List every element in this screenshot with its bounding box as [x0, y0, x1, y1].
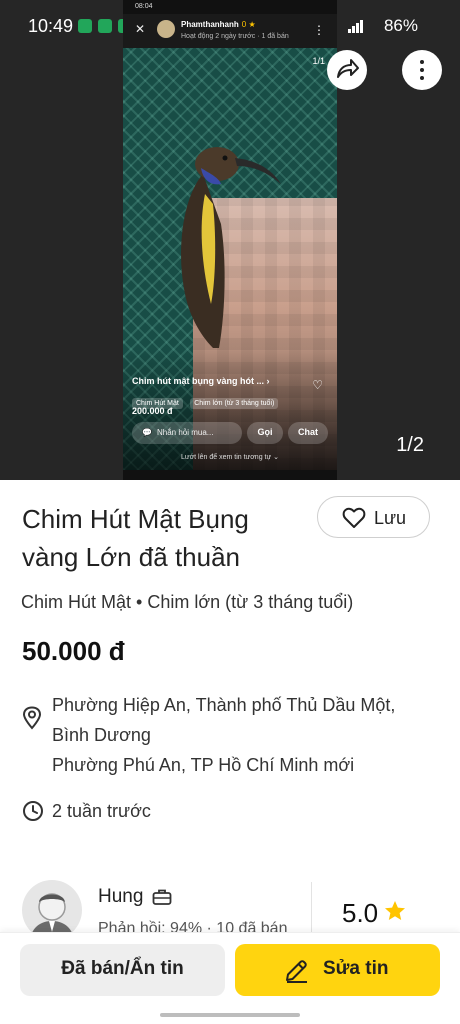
- embedded-swipe-hint: Lướt lên để xem tin tương tự ⌄: [181, 454, 279, 461]
- battery-level: 86%: [383, 16, 418, 35]
- pencil-icon: [286, 960, 307, 983]
- bird-illustration: [181, 147, 281, 348]
- avatar-placeholder-icon: [30, 893, 74, 940]
- listing-image[interactable]: 08:04 ✕ Phamthanhanh 0 ★ Hoạt động 2 ngày…: [123, 0, 337, 480]
- signal-icon: [348, 20, 364, 33]
- location-pin-icon: [22, 706, 42, 730]
- home-indicator[interactable]: [160, 1013, 300, 1017]
- address-secondary: Phường Phú An, TP Hồ Chí Minh mới: [52, 755, 355, 775]
- avatar[interactable]: [22, 880, 82, 940]
- embedded-seller-header: ✕ Phamthanhanh 0 ★ Hoạt động 2 ngày trước…: [123, 14, 337, 48]
- status-time: 10:49: [28, 16, 74, 36]
- embedded-photo-counter: 1/1: [312, 56, 325, 66]
- embedded-listing-title: Chim hút mật bụng vàng hót ... ›: [132, 376, 270, 386]
- address-primary: Phường Hiệp An, Thành phố Thủ Dầu Một, B…: [52, 695, 396, 745]
- heart-icon: [342, 507, 366, 528]
- close-icon: ✕: [135, 22, 146, 36]
- seller-rating: 5.0: [342, 898, 379, 928]
- embedded-seller-activity: Hoạt động 2 ngày trước · 1 đã bán: [181, 33, 289, 40]
- notification-app-icon: [78, 19, 92, 33]
- media-viewer[interactable]: 10:49 86% 08:04 ✕ Phamthanhanh 0 ★ Hoạt đ…: [0, 0, 460, 480]
- listing-category: Chim Hút Mật • Chim lớn (từ 3 tháng tuổi…: [21, 592, 354, 612]
- share-button[interactable]: [327, 50, 367, 90]
- embedded-price: 200.000 đ: [132, 406, 173, 416]
- briefcase-icon: [152, 889, 172, 905]
- embedded-status-bar: 08:04: [135, 3, 153, 10]
- embedded-chat-button: Chat: [288, 422, 328, 444]
- notification-app-icon: [98, 19, 112, 33]
- embedded-call-button: Gọi: [247, 422, 283, 444]
- avatar: [157, 20, 175, 38]
- more-options-button[interactable]: [402, 50, 442, 90]
- bottom-action-bar: Đã bán/Ẩn tin Sửa tin: [0, 932, 460, 1024]
- chat-bubble-icon: 💬: [142, 428, 152, 437]
- mark-sold-button[interactable]: Đã bán/Ẩn tin: [20, 944, 225, 996]
- media-counter: 1/2: [396, 434, 424, 456]
- embedded-ask-field: 💬 Nhắn hỏi mua...: [132, 422, 242, 444]
- posted-time: 2 tuần trước: [52, 801, 151, 821]
- seller-name[interactable]: Hung: [98, 886, 143, 908]
- save-button[interactable]: Lưu: [317, 496, 430, 538]
- edit-label: Sửa tin: [323, 958, 389, 979]
- edit-listing-button[interactable]: Sửa tin: [235, 944, 440, 996]
- embedded-seller-name: Phamthanhanh 0 ★: [181, 20, 256, 29]
- embedded-tag: Chim lớn (từ 3 tháng tuổi): [190, 398, 279, 409]
- listing-title: Chim Hút Mật Bụng vàng Lớn đã thuần: [22, 504, 249, 572]
- clock-icon: [23, 801, 43, 821]
- heart-icon: ♡: [312, 378, 323, 392]
- more-vert-icon: ⋮: [313, 23, 325, 37]
- share-icon: [337, 59, 359, 78]
- save-label: Lưu: [374, 508, 407, 528]
- star-icon: [385, 901, 405, 920]
- listing-price: 50.000 đ: [22, 636, 125, 666]
